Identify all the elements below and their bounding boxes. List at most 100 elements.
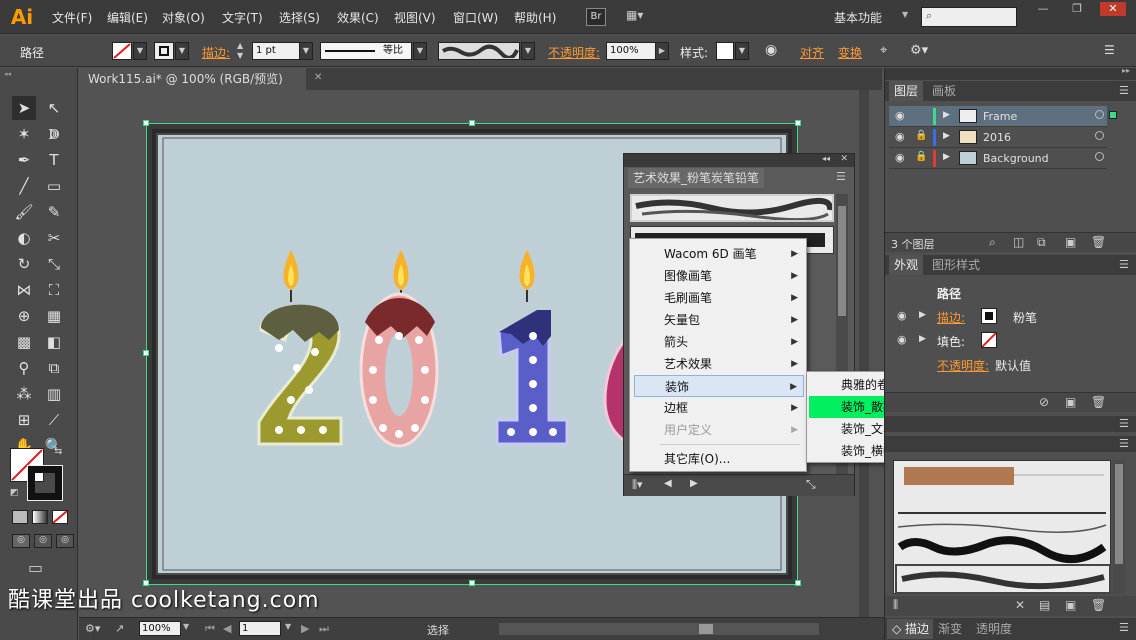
remove-brush-stroke-icon[interactable]: ✕	[1015, 598, 1025, 612]
brush-list-scrollbar[interactable]	[1113, 460, 1125, 594]
vertical-scrollbar[interactable]	[859, 90, 869, 617]
stroke-color-box[interactable]	[27, 465, 63, 501]
menu-object[interactable]: 对象(O)	[162, 9, 205, 26]
restore-icon[interactable]: ❐	[1064, 2, 1090, 16]
stroke-dropdown-icon[interactable]: ▼	[175, 42, 189, 60]
scale-tool-icon[interactable]: ⤡	[42, 252, 66, 276]
style-dropdown-icon[interactable]: ▼	[735, 42, 749, 60]
target-icon[interactable]	[1095, 152, 1104, 161]
resize-handle-n[interactable]	[469, 120, 475, 126]
horizontal-scrollbar[interactable]	[499, 623, 819, 635]
pen-tool-icon[interactable]: ✒	[12, 148, 36, 172]
lock-icon[interactable]: 🔒	[915, 130, 927, 141]
share-icon[interactable]: ↗	[115, 622, 124, 635]
visibility-eye-icon[interactable]: ◉	[897, 333, 907, 346]
swap-colors-icon[interactable]: ⇆	[54, 446, 62, 457]
resize-handle-nw[interactable]	[143, 120, 149, 126]
menu-item-borders[interactable]: 边框 ▶	[634, 397, 804, 419]
rotate-tool-icon[interactable]: ↻	[12, 252, 36, 276]
stroke-weight-dropdown-icon[interactable]: ▼	[299, 42, 313, 60]
layer-name[interactable]: Frame	[983, 110, 1017, 123]
expand-arrow-icon[interactable]: ▶	[943, 131, 950, 141]
direct-selection-tool-icon[interactable]: ↖	[42, 96, 66, 120]
bridge-button[interactable]: Br	[586, 8, 606, 26]
visibility-eye-icon[interactable]: ◉	[895, 130, 905, 143]
target-icon[interactable]	[1095, 131, 1104, 140]
last-artboard-icon[interactable]: ⏭	[319, 622, 329, 636]
brush-library-tab[interactable]: 艺术效果_粉笔炭笔铅笔	[628, 168, 765, 188]
graphic-style-swatch[interactable]	[716, 42, 734, 60]
lasso-tool-icon[interactable]: ↇ	[42, 122, 66, 146]
new-layer-icon[interactable]: ▣	[1065, 235, 1076, 249]
stroke-swatch[interactable]	[154, 42, 174, 60]
perspective-grid-tool-icon[interactable]: ▦	[42, 304, 66, 328]
slice-tool-icon[interactable]: ⟋	[42, 408, 66, 432]
delete-brush-icon[interactable]: 🗑	[1091, 598, 1106, 612]
control-panel-menu-icon[interactable]: ☰	[1104, 43, 1115, 57]
resize-handle-s[interactable]	[469, 580, 475, 586]
first-artboard-icon[interactable]: ⏮	[205, 622, 215, 636]
target-icon[interactable]	[1095, 110, 1104, 119]
bottom-panel-menu-icon[interactable]: ☰	[1119, 621, 1129, 634]
resize-handle-w[interactable]	[143, 350, 149, 356]
clear-appearance-icon[interactable]: ⊘	[1039, 395, 1049, 409]
opacity-input[interactable]: 100%	[606, 42, 656, 60]
align-label[interactable]: 对齐	[800, 44, 824, 61]
gradient-mode-icon[interactable]	[32, 510, 48, 524]
stroke-attribute-swatch[interactable]	[981, 308, 997, 324]
isolate-icon[interactable]: ⌖	[880, 43, 887, 58]
new-sublayer-icon[interactable]: ⧉	[1037, 235, 1046, 250]
menu-item-decorative[interactable]: 装饰 ▶	[634, 375, 804, 397]
workspace-switcher[interactable]: 基本功能	[834, 9, 882, 26]
panel-close-icon[interactable]: ✕	[840, 154, 848, 164]
layer-row[interactable]: ◉ ▶ Frame	[889, 106, 1117, 127]
blend-tool-icon[interactable]: ⧉	[42, 356, 66, 380]
menu-file[interactable]: 文件(F)	[52, 9, 92, 26]
tools-collapse-icon[interactable]: ◂◂	[4, 70, 74, 78]
help-search-input[interactable]: ⌕	[921, 7, 1017, 27]
menu-item-image-brush[interactable]: 图像画笔 ▶	[634, 265, 804, 287]
profile-dropdown-icon[interactable]: ▼	[413, 42, 427, 60]
tab-transparency[interactable]: 透明度	[971, 619, 1018, 639]
menu-help[interactable]: 帮助(H)	[514, 9, 556, 26]
zoom-dropdown-icon[interactable]: ▼	[183, 622, 189, 631]
screen-mode-icon[interactable]: ▭	[28, 558, 43, 577]
tab-stroke[interactable]: ◇ 描边	[887, 619, 935, 639]
none-mode-icon[interactable]	[52, 510, 68, 524]
layer-row[interactable]: ◉ 🔒 ▶ Background	[889, 148, 1107, 169]
menu-item-arrows[interactable]: 箭头 ▶	[634, 331, 804, 353]
gradient-tool-icon[interactable]: ◧	[42, 330, 66, 354]
lock-icon[interactable]: 🔒	[915, 151, 927, 162]
minimize-icon[interactable]: —	[1030, 2, 1056, 16]
stroke-weight-stepper[interactable]: ▲ ▼	[237, 41, 249, 61]
draw-behind-icon[interactable]: ◎	[34, 534, 52, 548]
expand-arrow-icon[interactable]: ▶	[943, 152, 950, 162]
delete-item-icon[interactable]: 🗑	[1091, 395, 1106, 409]
options-icon[interactable]: ⚙▾	[910, 43, 928, 58]
fill-attribute-swatch[interactable]	[981, 332, 997, 348]
clipping-mask-icon[interactable]: ◫	[1013, 235, 1024, 249]
brush-definition[interactable]	[438, 42, 520, 60]
menu-item-bristle-brush[interactable]: 毛刷画笔 ▶	[634, 287, 804, 309]
brush-libraries-icon[interactable]: ⫼	[893, 598, 898, 612]
appearance-panel-menu-icon[interactable]: ☰	[1119, 258, 1129, 271]
document-tab[interactable]: Work115.ai* @ 100% (RGB/预览)	[78, 68, 306, 90]
paintbrush-tool-icon[interactable]: 🖌	[12, 200, 36, 224]
selection-indicator[interactable]	[1109, 111, 1117, 119]
scissors-tool-icon[interactable]: ✂	[42, 226, 66, 250]
dock-expand-icon[interactable]: ▸▸	[1122, 66, 1130, 75]
status-options-icon[interactable]: ⚙▾	[85, 622, 100, 635]
layers-panel-menu-icon[interactable]: ☰	[1119, 84, 1129, 97]
selection-tool-icon[interactable]: ➤	[12, 96, 36, 120]
width-tool-icon[interactable]: ⋈	[12, 278, 36, 302]
close-icon[interactable]: ✕	[1100, 2, 1126, 16]
recolor-artwork-icon[interactable]: ◉	[765, 42, 777, 58]
rectangle-tool-icon[interactable]: ▭	[42, 174, 66, 198]
menu-window[interactable]: 窗口(W)	[453, 9, 498, 26]
default-colors-icon[interactable]: ◩	[10, 488, 19, 498]
brush-options-icon[interactable]: ▤	[1039, 598, 1050, 612]
brush-libraries-menu-icon[interactable]: ⫼▾	[632, 478, 643, 492]
tab-appearance[interactable]: 外观	[889, 255, 924, 275]
menu-select[interactable]: 选择(S)	[279, 9, 320, 26]
free-transform-tool-icon[interactable]: ⛶	[42, 278, 66, 302]
